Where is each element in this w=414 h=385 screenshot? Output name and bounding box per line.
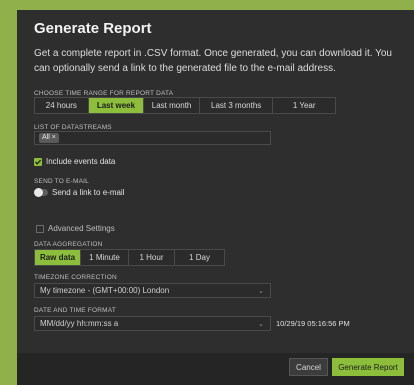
advanced-settings-checkbox[interactable]: [36, 225, 44, 233]
advanced-settings-label: Advanced Settings: [48, 224, 115, 233]
dialog-title: Generate Report: [34, 20, 152, 37]
time-range-option-24-hours[interactable]: 24 hours: [35, 98, 89, 113]
datastream-chip-all: All ×: [39, 133, 59, 143]
time-range-option-last-3-months[interactable]: Last 3 months: [200, 98, 274, 113]
time-range-option-last-month[interactable]: Last month: [144, 98, 200, 113]
datetime-format-label: DATE AND TIME FORMAT: [34, 307, 117, 314]
aggregation-selector: Raw data 1 Minute 1 Hour 1 Day: [34, 249, 225, 266]
time-range-selector: 24 hours Last week Last month Last 3 mon…: [34, 97, 336, 114]
datetime-preview: 10/29/19 05:16:56 PM: [276, 319, 350, 328]
datastreams-input[interactable]: All ×: [34, 131, 271, 145]
datetime-format-value: MM/dd/yy hh:mm:ss a: [40, 319, 119, 328]
dialog-description: Get a complete report in .CSV format. On…: [34, 48, 392, 74]
generate-report-button[interactable]: Generate Report: [332, 358, 404, 376]
timezone-value: My timezone - (GMT+00:00) London: [40, 286, 170, 295]
timezone-label: TIMEZONE CORRECTION: [34, 274, 117, 281]
check-icon: [35, 159, 42, 165]
aggregation-option-1-hour[interactable]: 1 Hour: [129, 250, 175, 265]
time-range-label: CHOOSE TIME RANGE FOR REPORT DATA: [34, 90, 174, 97]
send-email-toggle[interactable]: [34, 188, 48, 197]
time-range-option-last-week[interactable]: Last week: [88, 98, 145, 113]
chevron-down-icon: ⌄: [258, 321, 264, 328]
chevron-down-icon: ⌄: [258, 288, 264, 295]
generate-report-dialog: Generate Report Get a complete report in…: [17, 10, 414, 385]
chip-label: All: [42, 134, 50, 141]
cancel-button[interactable]: Cancel: [289, 358, 328, 376]
datastreams-label: LIST OF DATASTREAMS: [34, 124, 112, 131]
send-email-toggle-label: Send a link to e-mail: [52, 188, 125, 197]
aggregation-label: DATA AGGREGATION: [34, 241, 103, 248]
time-range-option-1-year[interactable]: 1 Year: [273, 98, 335, 113]
include-events-label: Include events data: [46, 157, 116, 166]
close-icon[interactable]: ×: [52, 133, 56, 143]
datetime-format-select[interactable]: MM/dd/yy hh:mm:ss a ⌄: [34, 316, 271, 331]
include-events-checkbox[interactable]: [34, 158, 42, 166]
aggregation-option-1-day[interactable]: 1 Day: [175, 250, 224, 265]
aggregation-option-raw-data[interactable]: Raw data: [35, 250, 81, 265]
timezone-select[interactable]: My timezone - (GMT+00:00) London ⌄: [34, 283, 271, 298]
aggregation-option-1-minute[interactable]: 1 Minute: [81, 250, 129, 265]
toggle-knob: [34, 188, 43, 197]
send-email-section-label: SEND TO E-MAIL: [34, 178, 89, 185]
